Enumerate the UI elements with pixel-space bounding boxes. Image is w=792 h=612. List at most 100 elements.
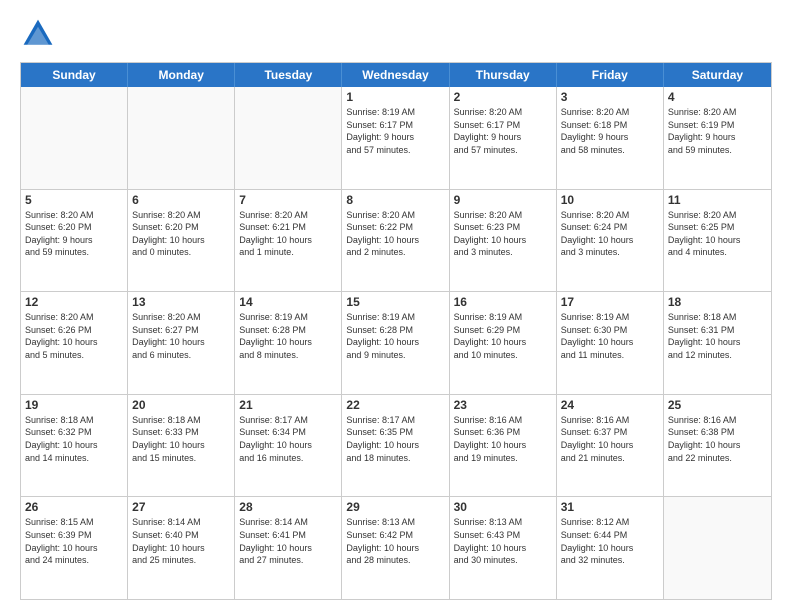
day-number: 16 <box>454 295 552 309</box>
calendar-body: 1 Sunrise: 8:19 AMSunset: 6:17 PMDaylight… <box>21 87 771 599</box>
day-number: 13 <box>132 295 230 309</box>
day-number: 8 <box>346 193 444 207</box>
day-number: 5 <box>25 193 123 207</box>
day-info: Sunrise: 8:13 AMSunset: 6:43 PMDaylight:… <box>454 516 552 566</box>
calendar-cell: 9 Sunrise: 8:20 AMSunset: 6:23 PMDaylight… <box>450 190 557 292</box>
day-info: Sunrise: 8:19 AMSunset: 6:29 PMDaylight:… <box>454 311 552 361</box>
calendar-cell: 18 Sunrise: 8:18 AMSunset: 6:31 PMDayligh… <box>664 292 771 394</box>
day-info: Sunrise: 8:19 AMSunset: 6:28 PMDaylight:… <box>346 311 444 361</box>
day-info: Sunrise: 8:19 AMSunset: 6:30 PMDaylight:… <box>561 311 659 361</box>
calendar-cell: 11 Sunrise: 8:20 AMSunset: 6:25 PMDayligh… <box>664 190 771 292</box>
day-info: Sunrise: 8:16 AMSunset: 6:38 PMDaylight:… <box>668 414 767 464</box>
calendar-week: 1 Sunrise: 8:19 AMSunset: 6:17 PMDaylight… <box>21 87 771 190</box>
calendar-cell: 14 Sunrise: 8:19 AMSunset: 6:28 PMDayligh… <box>235 292 342 394</box>
calendar-cell: 12Sunrise: 8:20 AMSunset: 6:26 PMDayligh… <box>21 292 128 394</box>
day-info: Sunrise: 8:20 AMSunset: 6:18 PMDaylight:… <box>561 106 659 156</box>
day-number: 24 <box>561 398 659 412</box>
day-number: 9 <box>454 193 552 207</box>
calendar-cell: 22Sunrise: 8:17 AMSunset: 6:35 PMDayligh… <box>342 395 449 497</box>
day-info: Sunrise: 8:19 AMSunset: 6:28 PMDaylight:… <box>239 311 337 361</box>
day-info: Sunrise: 8:20 AMSunset: 6:26 PMDaylight:… <box>25 311 123 361</box>
calendar-cell: 4 Sunrise: 8:20 AMSunset: 6:19 PMDaylight… <box>664 87 771 189</box>
day-info: Sunrise: 8:20 AMSunset: 6:19 PMDaylight:… <box>668 106 767 156</box>
calendar-header-cell: Sunday <box>21 63 128 87</box>
day-number: 22 <box>346 398 444 412</box>
calendar-week: 19Sunrise: 8:18 AMSunset: 6:32 PMDayligh… <box>21 395 771 498</box>
calendar-cell: 27 Sunrise: 8:14 AMSunset: 6:40 PMDayligh… <box>128 497 235 599</box>
day-info: Sunrise: 8:17 AMSunset: 6:34 PMDaylight:… <box>239 414 337 464</box>
calendar-cell <box>235 87 342 189</box>
day-number: 1 <box>346 90 444 104</box>
logo <box>20 16 60 52</box>
day-number: 4 <box>668 90 767 104</box>
calendar-cell: 13Sunrise: 8:20 AMSunset: 6:27 PMDayligh… <box>128 292 235 394</box>
day-number: 3 <box>561 90 659 104</box>
day-info: Sunrise: 8:15 AMSunset: 6:39 PMDaylight:… <box>25 516 123 566</box>
calendar-cell: 26 Sunrise: 8:15 AMSunset: 6:39 PMDayligh… <box>21 497 128 599</box>
day-number: 14 <box>239 295 337 309</box>
day-number: 19 <box>25 398 123 412</box>
calendar-cell: 1 Sunrise: 8:19 AMSunset: 6:17 PMDaylight… <box>342 87 449 189</box>
calendar-cell: 2 Sunrise: 8:20 AMSunset: 6:17 PMDaylight… <box>450 87 557 189</box>
calendar-week: 5 Sunrise: 8:20 AMSunset: 6:20 PMDaylight… <box>21 190 771 293</box>
calendar-cell: 21 Sunrise: 8:17 AMSunset: 6:34 PMDayligh… <box>235 395 342 497</box>
day-info: Sunrise: 8:20 AMSunset: 6:22 PMDaylight:… <box>346 209 444 259</box>
day-number: 2 <box>454 90 552 104</box>
day-info: Sunrise: 8:20 AMSunset: 6:20 PMDaylight:… <box>25 209 123 259</box>
day-info: Sunrise: 8:20 AMSunset: 6:17 PMDaylight:… <box>454 106 552 156</box>
calendar-cell: 7Sunrise: 8:20 AMSunset: 6:21 PMDaylight… <box>235 190 342 292</box>
calendar-cell: 24 Sunrise: 8:16 AMSunset: 6:37 PMDayligh… <box>557 395 664 497</box>
day-number: 23 <box>454 398 552 412</box>
calendar-header-row: SundayMondayTuesdayWednesdayThursdayFrid… <box>21 63 771 87</box>
day-number: 21 <box>239 398 337 412</box>
day-number: 30 <box>454 500 552 514</box>
calendar-cell: 15Sunrise: 8:19 AMSunset: 6:28 PMDayligh… <box>342 292 449 394</box>
page: SundayMondayTuesdayWednesdayThursdayFrid… <box>0 0 792 612</box>
calendar-cell: 28 Sunrise: 8:14 AMSunset: 6:41 PMDayligh… <box>235 497 342 599</box>
calendar-cell <box>21 87 128 189</box>
day-info: Sunrise: 8:20 AMSunset: 6:25 PMDaylight:… <box>668 209 767 259</box>
calendar-header-cell: Monday <box>128 63 235 87</box>
day-number: 11 <box>668 193 767 207</box>
day-number: 17 <box>561 295 659 309</box>
calendar-header-cell: Saturday <box>664 63 771 87</box>
day-info: Sunrise: 8:20 AMSunset: 6:20 PMDaylight:… <box>132 209 230 259</box>
calendar-header-cell: Wednesday <box>342 63 449 87</box>
day-info: Sunrise: 8:20 AMSunset: 6:23 PMDaylight:… <box>454 209 552 259</box>
day-info: Sunrise: 8:18 AMSunset: 6:31 PMDaylight:… <box>668 311 767 361</box>
day-number: 10 <box>561 193 659 207</box>
day-info: Sunrise: 8:14 AMSunset: 6:40 PMDaylight:… <box>132 516 230 566</box>
day-info: Sunrise: 8:16 AMSunset: 6:37 PMDaylight:… <box>561 414 659 464</box>
calendar-cell: 20Sunrise: 8:18 AMSunset: 6:33 PMDayligh… <box>128 395 235 497</box>
calendar-cell: 8 Sunrise: 8:20 AMSunset: 6:22 PMDaylight… <box>342 190 449 292</box>
day-number: 25 <box>668 398 767 412</box>
calendar-cell: 5 Sunrise: 8:20 AMSunset: 6:20 PMDaylight… <box>21 190 128 292</box>
day-number: 28 <box>239 500 337 514</box>
day-number: 26 <box>25 500 123 514</box>
calendar-cell: 30 Sunrise: 8:13 AMSunset: 6:43 PMDayligh… <box>450 497 557 599</box>
day-number: 18 <box>668 295 767 309</box>
day-number: 29 <box>346 500 444 514</box>
calendar-cell: 3 Sunrise: 8:20 AMSunset: 6:18 PMDaylight… <box>557 87 664 189</box>
calendar-cell: 16 Sunrise: 8:19 AMSunset: 6:29 PMDayligh… <box>450 292 557 394</box>
day-info: Sunrise: 8:12 AMSunset: 6:44 PMDaylight:… <box>561 516 659 566</box>
day-info: Sunrise: 8:14 AMSunset: 6:41 PMDaylight:… <box>239 516 337 566</box>
calendar-cell: 10 Sunrise: 8:20 AMSunset: 6:24 PMDayligh… <box>557 190 664 292</box>
calendar: SundayMondayTuesdayWednesdayThursdayFrid… <box>20 62 772 600</box>
calendar-cell <box>128 87 235 189</box>
day-number: 6 <box>132 193 230 207</box>
day-info: Sunrise: 8:19 AMSunset: 6:17 PMDaylight:… <box>346 106 444 156</box>
calendar-week: 26 Sunrise: 8:15 AMSunset: 6:39 PMDayligh… <box>21 497 771 599</box>
calendar-header-cell: Thursday <box>450 63 557 87</box>
calendar-cell: 6 Sunrise: 8:20 AMSunset: 6:20 PMDaylight… <box>128 190 235 292</box>
day-number: 31 <box>561 500 659 514</box>
day-info: Sunrise: 8:20 AMSunset: 6:24 PMDaylight:… <box>561 209 659 259</box>
calendar-cell: 29Sunrise: 8:13 AMSunset: 6:42 PMDayligh… <box>342 497 449 599</box>
day-number: 27 <box>132 500 230 514</box>
calendar-cell: 19Sunrise: 8:18 AMSunset: 6:32 PMDayligh… <box>21 395 128 497</box>
calendar-header-cell: Friday <box>557 63 664 87</box>
calendar-cell: 17 Sunrise: 8:19 AMSunset: 6:30 PMDayligh… <box>557 292 664 394</box>
calendar-cell <box>664 497 771 599</box>
calendar-header-cell: Tuesday <box>235 63 342 87</box>
calendar-week: 12Sunrise: 8:20 AMSunset: 6:26 PMDayligh… <box>21 292 771 395</box>
